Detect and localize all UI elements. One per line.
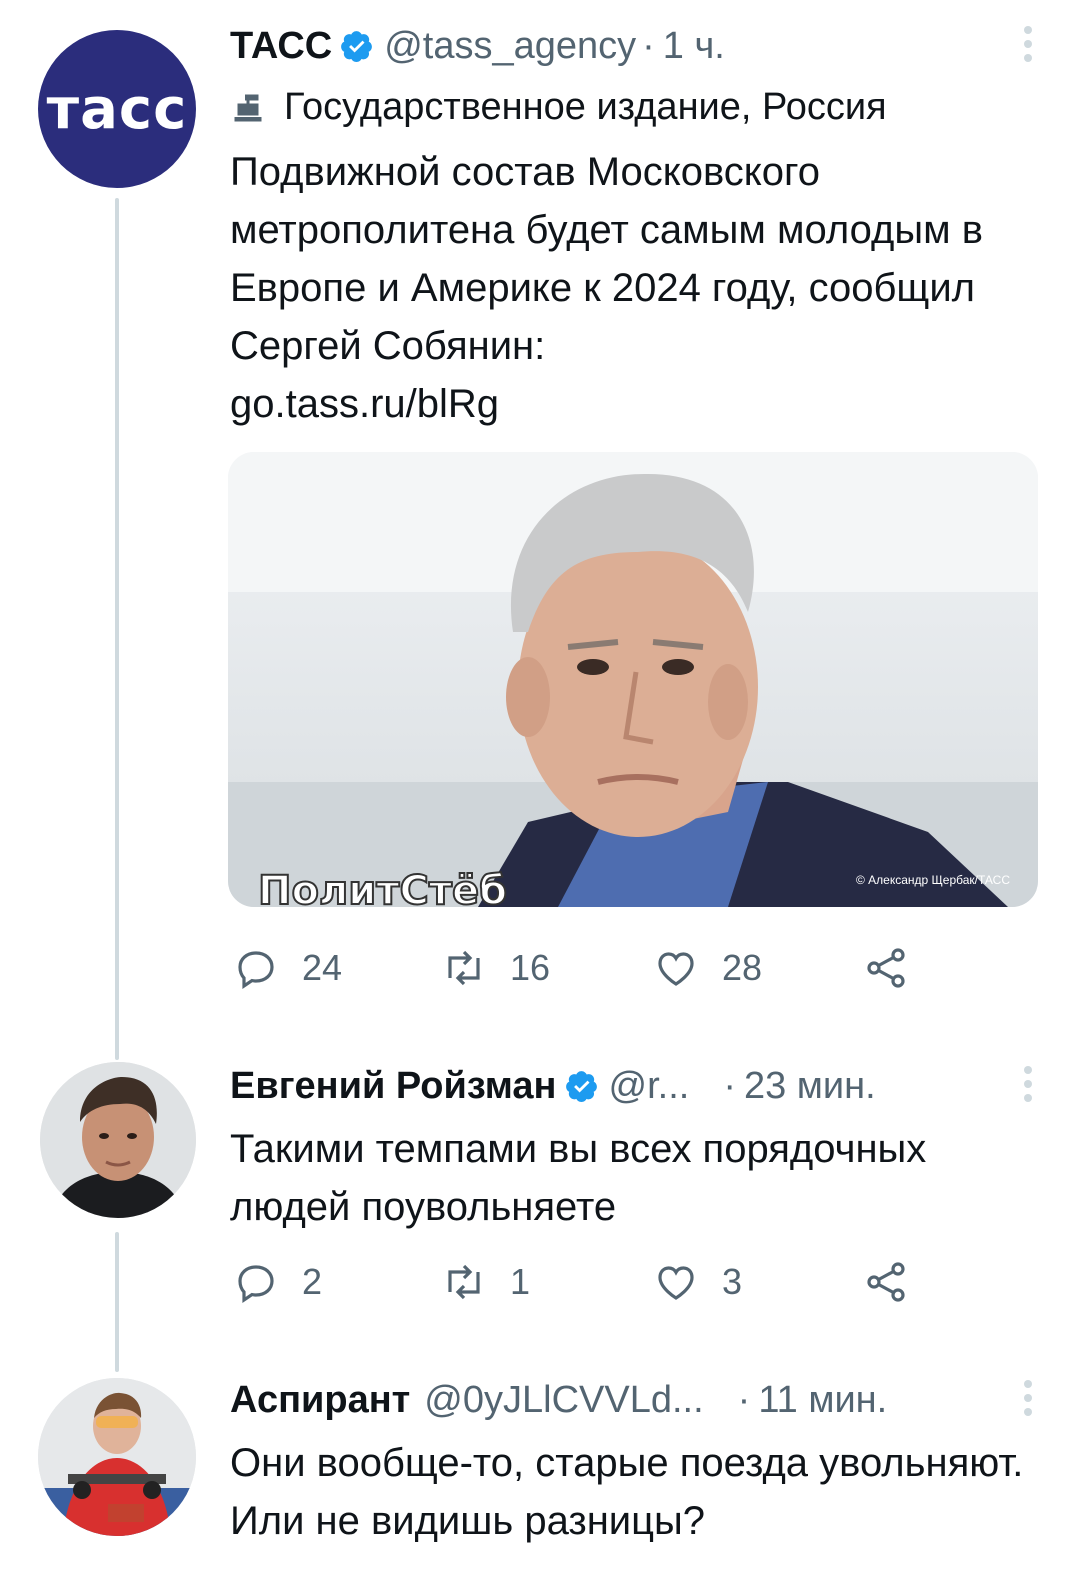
tweet-photo[interactable]: © Александр Щербак/ТАСС	[228, 452, 1038, 907]
separator-dot: ·	[723, 1065, 736, 1107]
share-button[interactable]	[862, 944, 932, 992]
share-icon	[867, 1262, 905, 1302]
retweet-icon	[448, 950, 480, 986]
tweet-text: Такими темпами вы всех порядочных людей …	[230, 1127, 927, 1229]
author-handle[interactable]: @0yJLlCVVLd...	[424, 1378, 703, 1422]
reply-button[interactable]: 2	[232, 1258, 322, 1306]
state-media-label-text: Государственное издание, Россия	[284, 86, 887, 128]
tweet-tass[interactable]: тасс ТАСС @tass_agency · 1 ч. Государств…	[0, 0, 1080, 1030]
like-icon	[658, 1266, 694, 1300]
retweet-count: 16	[510, 947, 551, 988]
author-handle[interactable]: @r...	[609, 1064, 690, 1108]
tweet-time[interactable]: 1 ч.	[663, 24, 725, 68]
reply-count: 2	[302, 1261, 323, 1302]
roizman-avatar-image	[40, 1062, 196, 1218]
tweet-time[interactable]: 11 мин.	[758, 1378, 887, 1422]
tweet-link[interactable]: go.tass.ru/blRg	[230, 382, 499, 426]
more-options-icon[interactable]	[1016, 1380, 1040, 1416]
separator-dot: ·	[737, 1379, 751, 1421]
verified-badge-icon	[341, 31, 373, 63]
retweet-icon	[448, 1264, 480, 1300]
state-media-label[interactable]: Государственное издание, Россия	[230, 86, 1040, 129]
author-handle[interactable]: @tass_agency	[384, 24, 636, 68]
tweet-roizman[interactable]: Евгений Ройзман @r... · 23 мин. Такими т…	[0, 1050, 1080, 1350]
like-button[interactable]: 28	[652, 944, 762, 992]
avatar-logo-text: тасс	[46, 76, 188, 142]
tweet-header: ТАСС @tass_agency · 1 ч.	[230, 24, 1040, 68]
reply-icon	[238, 1265, 274, 1304]
more-options-icon[interactable]	[1016, 26, 1040, 62]
roizman-avatar[interactable]	[40, 1062, 196, 1218]
author-name[interactable]: ТАСС	[230, 24, 332, 68]
tweet-header: Аспирант @0yJLlCVVLd... · 11 мин.	[230, 1378, 1040, 1422]
tweet-actions: 2 1 3	[232, 1258, 932, 1308]
reply-button[interactable]: 24	[232, 944, 342, 992]
retweet-button[interactable]: 1	[440, 1258, 530, 1306]
watermark-text: ПолитСтёб	[257, 867, 508, 915]
author-name[interactable]: Евгений Ройзман	[230, 1064, 557, 1108]
retweet-button[interactable]: 16	[440, 944, 550, 992]
tweet-aspirant[interactable]: Аспирант @0yJLlCVVLd... · 11 мин. Они во…	[0, 1370, 1080, 1578]
tweet-text: Подвижной состав Московского метрополите…	[230, 143, 1040, 433]
author-name[interactable]: Аспирант	[230, 1378, 410, 1422]
tweet-header: Евгений Ройзман @r... · 23 мин.	[230, 1064, 1040, 1108]
more-options-icon[interactable]	[1016, 1066, 1040, 1102]
like-count: 28	[722, 947, 763, 988]
tweet-body: Подвижной состав Московского метрополите…	[230, 150, 983, 368]
portrait-image	[228, 452, 1038, 907]
aspirant-avatar-image	[38, 1378, 196, 1536]
verified-badge-icon	[565, 1071, 597, 1103]
tass-avatar[interactable]: тасс	[38, 30, 196, 188]
share-icon	[867, 948, 905, 988]
photo-credit: © Александр Щербак/ТАСС	[855, 873, 1010, 887]
government-label-icon	[234, 94, 262, 121]
like-icon	[658, 952, 694, 986]
like-button[interactable]: 3	[652, 1258, 742, 1306]
like-count: 3	[722, 1261, 743, 1302]
separator-dot: ·	[642, 25, 655, 67]
share-button[interactable]	[862, 1258, 932, 1306]
tweet-time[interactable]: 23 мин.	[744, 1064, 876, 1108]
tweet-text: Они вообще-то, старые поезда увольняют. …	[230, 1441, 1024, 1543]
aspirant-avatar[interactable]	[38, 1378, 196, 1536]
tweet-actions: 24 16 28	[232, 944, 932, 994]
reply-icon	[238, 951, 274, 990]
retweet-count: 1	[510, 1261, 531, 1302]
reply-count: 24	[302, 947, 343, 988]
